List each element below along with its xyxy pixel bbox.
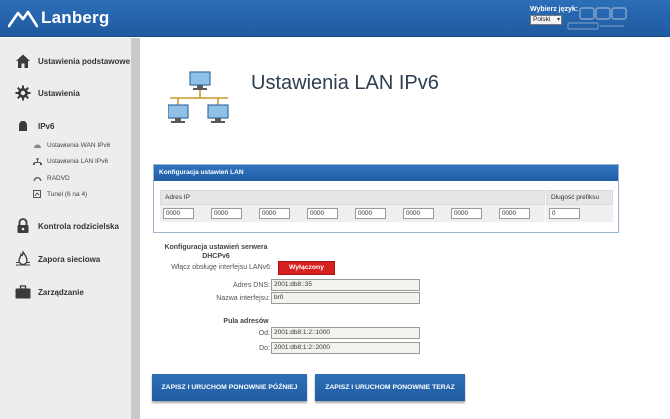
lan-config-header: Konfiguracja ustawień LAN xyxy=(154,165,618,181)
purepc-watermark-icon xyxy=(567,7,627,30)
prefix-length-input[interactable]: 0 xyxy=(549,208,580,219)
sidebar-item-label: Ustawienia podstawowe xyxy=(38,56,131,66)
ip-segment-8[interactable]: 0000 xyxy=(499,208,530,219)
dhcp-enable-label: Włącz obsługę interfejsu LANv6: xyxy=(171,264,272,271)
radvd-icon xyxy=(32,174,42,182)
ip-segment-6[interactable]: 0000 xyxy=(403,208,434,219)
sidebar-subitem-wan-ipv6[interactable]: Ustawienia WAN IPv6 xyxy=(32,141,110,149)
firewall-icon xyxy=(14,250,32,268)
sidebar-subitem-label: Tunel (6 na 4) xyxy=(47,190,88,198)
sidebar-item-parental-control[interactable]: Kontrola rodzicielska xyxy=(14,217,119,235)
pool-to-field[interactable]: 2001:db8:1:2::2000 xyxy=(271,342,420,354)
top-header: Lanberg Wybierz język: Polski ▾ xyxy=(0,0,670,37)
lan-icon xyxy=(32,157,42,165)
language-value: Polski xyxy=(533,16,551,23)
ip-segment-1[interactable]: 0000 xyxy=(163,208,194,219)
briefcase-icon xyxy=(14,283,32,301)
chevron-down-icon: ▾ xyxy=(556,17,560,23)
lan-network-icon xyxy=(168,71,229,123)
ip-segment-7[interactable]: 0000 xyxy=(451,208,482,219)
table-row: 0 xyxy=(546,205,613,222)
language-select[interactable]: Polski ▾ xyxy=(530,15,562,25)
sidebar-subitem-label: RADVD xyxy=(47,174,70,182)
sidebar-item-management[interactable]: Zarządzanie xyxy=(14,283,84,301)
lan-config-panel: Konfiguracja ustawień LAN Adres IP Długo… xyxy=(153,164,619,233)
brand-logo[interactable]: Lanberg xyxy=(8,6,109,30)
sidebar-item-label: IPv6 xyxy=(38,121,55,131)
sidebar-item-settings[interactable]: Ustawienia xyxy=(14,84,80,102)
dns-field[interactable]: 2001:db8::35 xyxy=(271,279,420,291)
interface-name-field[interactable]: br0 xyxy=(271,292,420,304)
ip-segment-5[interactable]: 0000 xyxy=(355,208,386,219)
sidebar-item-label: Ustawienia xyxy=(38,88,80,98)
ip-segment-4[interactable]: 0000 xyxy=(307,208,338,219)
address-pool-title: Pula adresów xyxy=(223,318,269,325)
col-header-ip: Adres IP xyxy=(160,190,545,205)
brand-name: Lanberg xyxy=(41,8,110,27)
mountain-logo-icon xyxy=(8,10,38,28)
page-title: Ustawienia LAN IPv6 xyxy=(251,72,439,94)
pool-from-field[interactable]: 2001:db8:1:2::1000 xyxy=(271,327,420,339)
interface-name-label: Nazwa interfejsu: xyxy=(216,295,270,302)
sidebar-subitem-tunnel[interactable]: Tunel (6 na 4) xyxy=(32,190,87,198)
dns-label: Adres DNS: xyxy=(233,282,270,289)
col-header-prefix: Długość prefiksu xyxy=(546,190,613,205)
sidebar-subitem-label: Ustawienia LAN IPv6 xyxy=(47,157,109,165)
sidebar-subitem-radvd[interactable]: RADVD xyxy=(32,174,70,182)
ip-segment-2[interactable]: 0000 xyxy=(211,208,242,219)
lock-icon xyxy=(14,217,32,235)
ipv6-icon xyxy=(14,117,32,135)
save-restart-later-button[interactable]: ZAPISZ I URUCHOM PONOWNIE PÓŹNIEJ xyxy=(152,374,307,401)
wan-icon xyxy=(32,141,42,149)
sidebar-item-label: Zapora sieciowa xyxy=(38,254,101,264)
sidebar-item-label: Zarządzanie xyxy=(38,287,84,297)
gear-icon xyxy=(14,84,32,102)
dhcp-section-title: Konfiguracja ustawień serwera DHCPv6 xyxy=(164,244,268,260)
table-row: 0000 0000 0000 0000 0000 0000 0000 0000 xyxy=(160,205,545,222)
sidebar-item-label: Kontrola rodzicielska xyxy=(38,221,119,231)
pool-to-label: Do: xyxy=(259,345,270,352)
lan-config-table: Adres IP Długość prefiksu 0000 0000 0000… xyxy=(160,190,613,228)
sidebar-item-firewall[interactable]: Zapora sieciowa xyxy=(14,250,100,268)
sidebar-subitem-label: Ustawienia WAN IPv6 xyxy=(47,141,111,149)
sidebar-item-ipv6[interactable]: IPv6 xyxy=(14,117,54,135)
ip-segment-3[interactable]: 0000 xyxy=(259,208,290,219)
sidebar-scrollbar[interactable] xyxy=(131,38,140,419)
pool-from-label: Od: xyxy=(258,330,270,337)
sidebar-item-basic-settings[interactable]: Ustawienia podstawowe xyxy=(14,52,130,70)
home-icon xyxy=(14,52,32,70)
tunnel-icon xyxy=(32,190,42,198)
save-restart-now-button[interactable]: ZAPISZ I URUCHOM PONOWNIE TERAZ xyxy=(315,374,465,401)
dhcp-enable-toggle[interactable]: Wyłączony xyxy=(278,261,335,275)
sidebar-subitem-lan-ipv6[interactable]: Ustawienia LAN IPv6 xyxy=(32,157,108,165)
